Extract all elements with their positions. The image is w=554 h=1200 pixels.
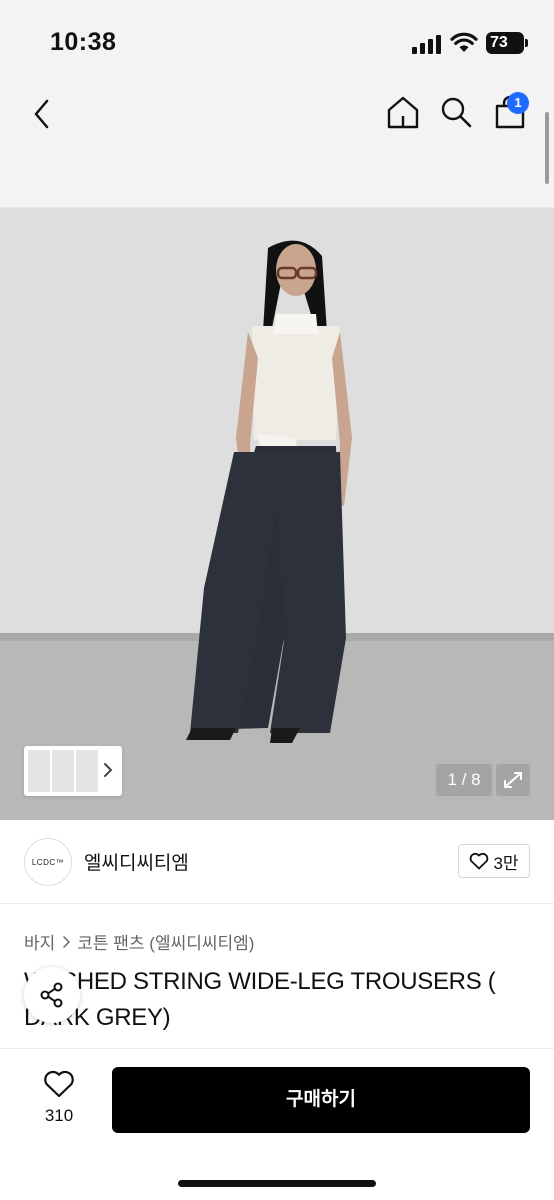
- breadcrumb-subcategory[interactable]: 코튼 팬츠 (엘씨디씨티엠): [77, 929, 254, 954]
- cart-badge: 1: [507, 92, 529, 114]
- battery-level: 73: [490, 34, 508, 51]
- thumbnail[interactable]: [28, 750, 50, 792]
- brand-logo[interactable]: LCDC™: [24, 838, 72, 886]
- share-icon: [40, 982, 63, 1008]
- image-page-counter: 1 / 8: [436, 764, 492, 796]
- brand-like-button[interactable]: 3만: [458, 844, 530, 878]
- status-bar: 10:38 73: [0, 0, 554, 80]
- brand-like-count: 3만: [493, 853, 519, 873]
- scroll-indicator: [545, 112, 549, 184]
- expand-icon: [504, 772, 522, 788]
- product-photo: [0, 208, 554, 820]
- wifi-icon: [450, 32, 478, 52]
- product-image-gallery[interactable]: 1 / 8: [0, 208, 554, 820]
- signal-icon: [412, 34, 442, 54]
- thumbnail[interactable]: [52, 750, 74, 792]
- thumbnail-strip[interactable]: [24, 746, 122, 796]
- status-time: 10:38: [50, 28, 117, 56]
- bottom-action-bar: 310 구매하기: [0, 1048, 554, 1200]
- nav-bar: [0, 80, 554, 208]
- thumbnail[interactable]: [76, 750, 98, 792]
- chevron-right-icon: [63, 935, 71, 948]
- product-title: WASHED STRING WIDE-LEG TROUSERS ( DARK G…: [24, 968, 496, 1031]
- battery-icon: 73: [486, 32, 524, 54]
- back-icon[interactable]: [28, 96, 58, 132]
- buy-button[interactable]: 구매하기: [112, 1067, 530, 1133]
- search-icon[interactable]: [438, 94, 474, 130]
- wishlist-button[interactable]: 310: [28, 1069, 90, 1126]
- heart-icon: [470, 852, 489, 870]
- home-icon[interactable]: [385, 94, 421, 130]
- heart-icon: [44, 1070, 74, 1098]
- brand-name[interactable]: 엘씨디씨티엠: [84, 848, 189, 875]
- breadcrumb: 바지 코튼 팬츠 (엘씨디씨티엠): [24, 929, 254, 954]
- expand-button[interactable]: [496, 764, 530, 796]
- share-button[interactable]: [24, 967, 80, 1023]
- chevron-right-icon[interactable]: [102, 761, 114, 779]
- home-indicator: [178, 1180, 376, 1187]
- brand-row: LCDC™ 엘씨디씨티엠 3만: [0, 820, 554, 904]
- battery-nub: [525, 39, 528, 47]
- wishlist-count: 310: [44, 1106, 74, 1125]
- breadcrumb-category[interactable]: 바지: [24, 929, 55, 954]
